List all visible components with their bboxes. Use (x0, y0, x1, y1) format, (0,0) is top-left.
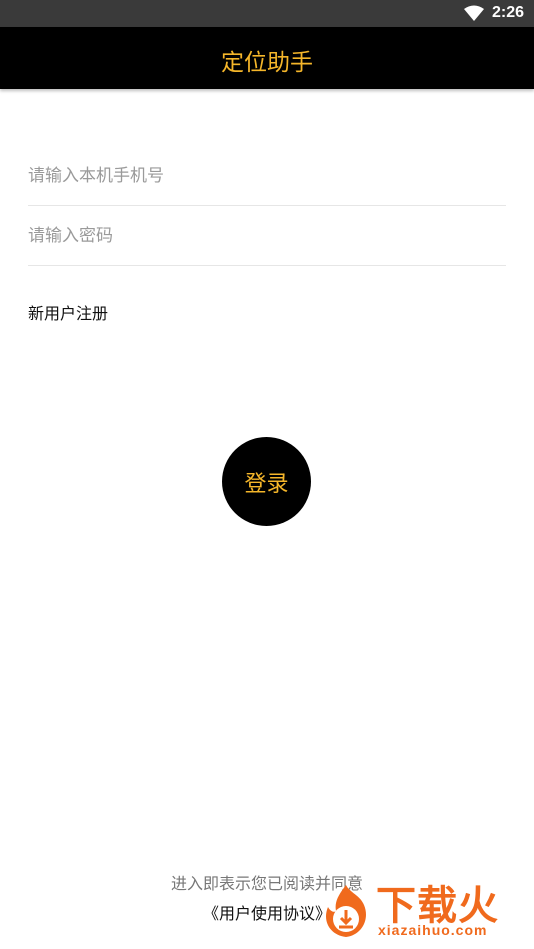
app-title: 定位助手 (221, 50, 313, 76)
agreement-text: 进入即表示您已阅读并同意 (170, 874, 363, 893)
register-link[interactable]: 新用户注册 (28, 300, 108, 324)
phone-field (28, 147, 506, 206)
app-bar: 定位助手 (0, 27, 534, 89)
login-button[interactable]: 登录 (222, 437, 311, 526)
status-time: 2:26 (491, 4, 524, 21)
wifi-icon (464, 5, 484, 21)
watermark-domain: xiazaihuo.com (378, 922, 488, 938)
status-bar: 2:26 (0, 0, 534, 27)
agreement-link[interactable]: 《用户使用协议》 (0, 900, 534, 924)
phone-input[interactable] (28, 147, 506, 205)
password-input[interactable] (28, 207, 506, 265)
password-field (28, 207, 506, 266)
